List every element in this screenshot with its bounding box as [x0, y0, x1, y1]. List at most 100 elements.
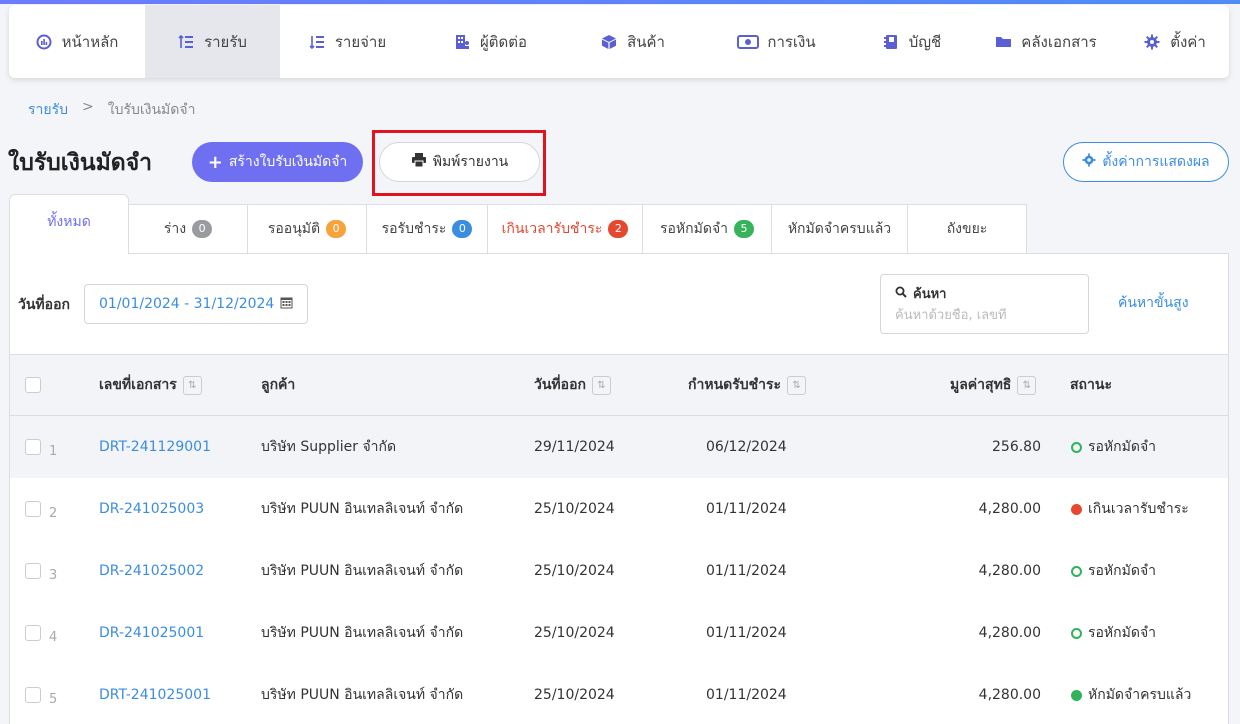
count-badge: 5	[734, 220, 755, 238]
breadcrumb-link-income[interactable]: รายรับ	[28, 99, 68, 121]
doc-number-link[interactable]: DRT-241129001	[99, 416, 211, 478]
status-dot-icon	[1071, 503, 1082, 515]
sort-icon[interactable]: ⇅	[182, 375, 202, 395]
advanced-search-link[interactable]: ค้นหาขั้นสูง	[1118, 292, 1189, 314]
nav-label: สินค้า	[627, 32, 665, 51]
tab-pending-approval[interactable]: รออนุมัติ 0	[248, 204, 367, 254]
tab-trash[interactable]: ถังขยะ	[908, 204, 1027, 254]
printer-icon	[411, 153, 427, 171]
nav-label: การเงิน	[767, 32, 816, 51]
table-row[interactable]: 2 DR-241025003 บริษัท PUUN อินเทลลิเจนท์…	[10, 478, 1228, 540]
folder-icon	[995, 34, 1013, 50]
row-checkbox[interactable]	[25, 439, 41, 455]
create-deposit-receipt-button[interactable]: + สร้างใบรับเงินมัดจำ	[192, 142, 363, 182]
nav-label: ตั้งค่า	[1170, 32, 1206, 51]
issue-date: 25/10/2024	[534, 501, 615, 517]
nav-item-home[interactable]: หน้าหลัก	[9, 5, 145, 78]
due-date: 06/12/2024	[706, 439, 787, 455]
row-number: 3	[49, 567, 58, 583]
table-header: เลขที่เอกสาร ⇅ ลูกค้า วันที่ออก ⇅ กำหนดร…	[10, 354, 1228, 416]
nav-label: คลังเอกสาร	[1021, 32, 1097, 51]
row-checkbox[interactable]	[25, 501, 41, 517]
date-range-picker[interactable]: 01/01/2024 - 31/12/2024	[84, 284, 308, 324]
count-badge: 0	[326, 220, 347, 238]
breadcrumb: รายรับ > ใบรับเงินมัดจำ	[28, 99, 195, 121]
search-input[interactable]	[895, 308, 1074, 323]
header-label: มูลค่าสุทธิ	[950, 377, 1012, 393]
tab-awaiting-payment[interactable]: รอรับชำระ 0	[367, 204, 488, 254]
row-checkbox[interactable]	[25, 563, 41, 579]
customer-name: บริษัท PUUN อินเทลลิเจนท์ จำกัด	[261, 625, 464, 641]
display-settings-label: ตั้งค่าการแสดงผล	[1102, 154, 1210, 170]
search-label: ค้นหา	[913, 287, 947, 302]
header-customer: ลูกค้า	[261, 355, 295, 415]
tab-label: รอรับชำระ	[381, 221, 447, 237]
tab-draft[interactable]: ร่าง 0	[129, 204, 248, 254]
status-ring-icon	[1071, 441, 1082, 453]
status-dot-icon	[1071, 689, 1082, 701]
tab-awaiting-deduction[interactable]: รอหักมัดจำ 5	[643, 204, 772, 254]
table-row[interactable]: 4 DR-241025001 บริษัท PUUN อินเทลลิเจนท์…	[10, 602, 1228, 664]
breadcrumb-current: ใบรับเงินมัดจำ	[107, 102, 196, 118]
header-label: สถานะ	[1070, 377, 1112, 393]
doc-number-link[interactable]: DR-241025003	[99, 478, 204, 540]
page-title: ใบรับเงินมัดจำ	[8, 150, 153, 176]
net-value: 4,280.00	[978, 563, 1041, 579]
customer-name: บริษัท PUUN อินเทลลิเจนท์ จำกัด	[261, 687, 464, 703]
sort-icon[interactable]: ⇅	[787, 375, 807, 395]
status-label: เกินเวลารับชำระ	[1088, 501, 1189, 517]
header-due-date[interactable]: กำหนดรับชำระ ⇅	[688, 355, 807, 415]
nav-item-accounting[interactable]: บัญชี	[853, 5, 971, 78]
gear-icon	[1082, 153, 1096, 171]
tab-all[interactable]: ทั้งหมด	[9, 194, 129, 254]
select-all-checkbox[interactable]	[25, 377, 41, 393]
nav-item-income[interactable]: รายรับ	[145, 5, 280, 78]
table-row[interactable]: 1 DRT-241129001 บริษัท Supplier จำกัด 29…	[10, 416, 1228, 478]
row-checkbox[interactable]	[25, 625, 41, 641]
tab-label: เกินเวลารับชำระ	[501, 221, 603, 237]
breadcrumb-separator: >	[82, 99, 94, 115]
display-settings-button[interactable]: ตั้งค่าการแสดงผล	[1063, 142, 1229, 182]
table-row[interactable]: 5 DRT-241025001 บริษัท PUUN อินเทลลิเจนท…	[10, 664, 1228, 724]
header-net-value[interactable]: มูลค่าสุทธิ ⇅	[950, 355, 1037, 415]
doc-number-link[interactable]: DRT-241025001	[99, 664, 211, 724]
nav-item-expense[interactable]: รายจ่าย	[280, 5, 415, 78]
row-checkbox[interactable]	[25, 687, 41, 703]
doc-number-link[interactable]: DR-241025002	[99, 540, 204, 602]
sort-icon[interactable]: ⇅	[591, 375, 611, 395]
net-value: 4,280.00	[978, 501, 1041, 517]
row-number: 4	[49, 629, 58, 645]
ledger-icon	[883, 34, 901, 50]
nav-item-products[interactable]: สินค้า	[566, 5, 700, 78]
income-icon	[178, 34, 196, 50]
sort-icon[interactable]: ⇅	[1017, 375, 1037, 395]
date-range-value: 01/01/2024 - 31/12/2024	[99, 296, 275, 312]
status-tabs: ทั้งหมด ร่าง 0 รออนุมัติ 0 รอรับชำระ 0 เ…	[9, 194, 1027, 254]
header-label: วันที่ออก	[534, 377, 586, 393]
status-ring-icon	[1071, 565, 1082, 577]
customer-name: บริษัท PUUN อินเทลลิเจนท์ จำกัด	[261, 501, 464, 517]
expense-icon	[309, 34, 327, 50]
customer-name: บริษัท Supplier จำกัด	[261, 439, 397, 455]
tab-label: หักมัดจำครบแล้ว	[787, 221, 892, 237]
search-icon	[895, 286, 907, 302]
row-number: 2	[49, 505, 58, 521]
header-label: ลูกค้า	[261, 377, 296, 393]
count-badge: 2	[608, 220, 629, 238]
nav-item-settings[interactable]: ตั้งค่า	[1121, 5, 1229, 78]
tab-overdue[interactable]: เกินเวลารับชำระ 2	[488, 204, 643, 254]
doc-number-link[interactable]: DR-241025001	[99, 602, 204, 664]
table-row[interactable]: 3 DR-241025002 บริษัท PUUN อินเทลลิเจนท์…	[10, 540, 1228, 602]
nav-item-finance[interactable]: การเงิน	[700, 5, 853, 78]
status-label: รอหักมัดจำ	[1088, 439, 1157, 455]
print-report-button[interactable]: พิมพ์รายงาน	[379, 142, 540, 182]
tab-fully-deducted[interactable]: หักมัดจำครบแล้ว	[772, 204, 908, 254]
gear-icon	[1144, 34, 1162, 50]
nav-item-documents[interactable]: คลังเอกสาร	[971, 5, 1121, 78]
dashboard-icon	[36, 34, 54, 50]
header-doc-no[interactable]: เลขที่เอกสาร ⇅	[99, 355, 202, 415]
nav-item-contacts[interactable]: ผู้ติดต่อ	[415, 5, 566, 78]
nav-label: รายจ่าย	[334, 32, 387, 51]
due-date: 01/11/2024	[706, 501, 787, 517]
header-issue-date[interactable]: วันที่ออก ⇅	[534, 355, 611, 415]
